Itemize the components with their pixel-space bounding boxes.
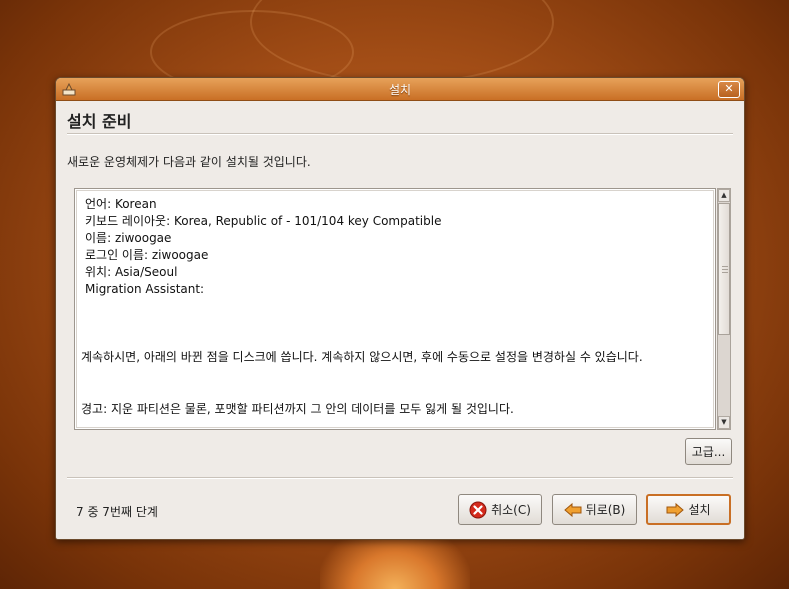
cancel-button-label: 취소(C) bbox=[491, 503, 531, 517]
summary-line-login: 로그인 이름: ziwoogae bbox=[85, 248, 209, 262]
scroll-down-arrow-icon[interactable]: ▼ bbox=[718, 416, 730, 429]
summary-line-location: 위치: Asia/Seoul bbox=[85, 265, 178, 279]
advanced-button[interactable]: 고급... bbox=[685, 438, 732, 465]
warning-text: 경고: 지운 파티션은 물론, 포맷할 파티션까지 그 안의 데이터를 모두 잃… bbox=[81, 402, 514, 416]
summary-line-name: 이름: ziwoogae bbox=[85, 231, 172, 245]
scroll-up-arrow-icon[interactable]: ▲ bbox=[718, 189, 730, 202]
cancel-icon bbox=[469, 501, 487, 518]
summary-line-migration: Migration Assistant: bbox=[85, 282, 205, 296]
footer-divider bbox=[67, 477, 733, 479]
install-button[interactable]: 설치 bbox=[646, 494, 731, 525]
cancel-button[interactable]: 취소(C) bbox=[458, 494, 542, 525]
summary-line-language: 언어: Korean bbox=[85, 197, 157, 211]
continue-notice: 계속하시면, 아래의 바뀐 점을 디스크에 씁니다. 계속하지 않으시면, 후에… bbox=[81, 350, 643, 364]
installer-window: 설치 ✕ 설치 준비 새로운 운영체제가 다음과 같이 설치될 것입니다. 언어… bbox=[55, 77, 745, 540]
page-title: 설치 준비 bbox=[67, 112, 132, 131]
back-button-label: 뒤로(B) bbox=[585, 503, 626, 517]
advanced-button-label: 고급... bbox=[691, 445, 726, 459]
header-divider bbox=[67, 133, 733, 135]
summary-scrollbar[interactable]: ▲ ▼ bbox=[717, 188, 731, 430]
window-title: 설치 bbox=[388, 83, 412, 97]
summary-line-keyboard: 키보드 레이아웃: Korea, Republic of - 101/104 k… bbox=[85, 214, 442, 228]
step-indicator: 7 중 7번째 단계 bbox=[76, 505, 158, 519]
arrow-right-icon bbox=[666, 502, 685, 517]
summary-text-view[interactable]: 언어: Korean 키보드 레이아웃: Korea, Republic of … bbox=[74, 188, 716, 430]
back-button[interactable]: 뒤로(B) bbox=[552, 494, 637, 525]
summary-content: 언어: Korean 키보드 레이아웃: Korea, Republic of … bbox=[81, 196, 705, 416]
arrow-left-icon bbox=[563, 502, 582, 517]
close-icon[interactable]: ✕ bbox=[718, 81, 740, 98]
title-bar[interactable]: 설치 ✕ bbox=[56, 78, 744, 101]
scrollbar-thumb[interactable] bbox=[718, 203, 730, 335]
install-button-label: 설치 bbox=[688, 503, 711, 517]
intro-text: 새로운 운영체제가 다음과 같이 설치될 것입니다. bbox=[67, 155, 311, 169]
